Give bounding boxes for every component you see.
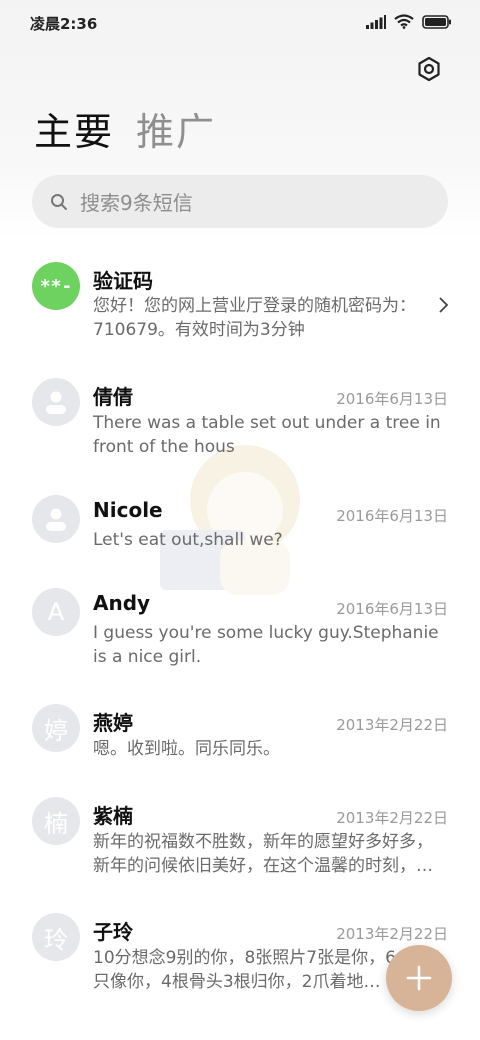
person-icon	[46, 508, 66, 531]
status-icons	[366, 14, 452, 29]
sender-name: 燕婷	[93, 711, 133, 735]
list-item[interactable]: Nicole 2016年6月13日 Let's eat out,shall we…	[0, 485, 480, 575]
avatar: 玲	[32, 913, 80, 961]
gear-icon	[418, 56, 440, 82]
person-icon	[46, 391, 66, 414]
sender-name: Andy	[93, 591, 151, 615]
message-date: 2016年6月13日	[336, 600, 448, 618]
status-bar: 凌晨2:36	[0, 0, 480, 44]
message-preview: There was a table set out under a tree i…	[93, 413, 441, 457]
search-placeholder: 搜索9条短信	[80, 191, 193, 215]
sender-name: 验证码	[93, 269, 153, 293]
message-date: 2013年2月22日	[336, 809, 448, 827]
avatar: 婷	[32, 704, 80, 752]
chevron-right-icon	[439, 297, 449, 313]
category-tabs: 主要 推广	[34, 108, 216, 156]
list-item[interactable]: 婷 燕婷 2013年2月22日 嗯。收到啦。同乐同乐。	[0, 694, 480, 784]
signal-icon	[366, 14, 386, 29]
settings-button[interactable]	[416, 56, 442, 82]
list-item[interactable]: 楠 紫楠 2013年2月22日 新年的祝福数不胜数，新年的愿望好多好多，新年的问…	[0, 787, 480, 897]
message-preview: 新年的祝福数不胜数，新年的愿望好多好多，新年的问候依旧美好，在这个温馨的时刻，…	[93, 832, 433, 876]
message-date: 2013年2月22日	[336, 925, 448, 943]
tab-promotions[interactable]: 推广	[136, 108, 216, 156]
wifi-icon	[394, 14, 414, 29]
list-item[interactable]: A Andy 2016年6月13日 I guess you're some lu…	[0, 578, 480, 688]
avatar: A	[32, 588, 80, 636]
sender-name: Nicole	[93, 498, 163, 522]
message-date: 2013年2月22日	[336, 716, 448, 734]
sender-name: 子玲	[93, 920, 133, 944]
tab-main[interactable]: 主要	[34, 108, 114, 156]
sender-name: 倩倩	[93, 385, 133, 409]
new-message-button[interactable]	[386, 945, 452, 1011]
plus-icon	[406, 965, 432, 991]
sender-name: 紫楠	[93, 804, 133, 828]
message-preview: 嗯。收到啦。同乐同乐。	[93, 739, 280, 759]
avatar	[32, 495, 80, 543]
battery-icon	[422, 14, 451, 29]
avatar	[32, 378, 80, 426]
search-icon	[51, 193, 67, 210]
avatar: 楠	[32, 797, 80, 845]
status-time: 凌晨2:36	[30, 15, 98, 33]
search-bar[interactable]: 搜索9条短信	[32, 175, 448, 228]
message-date: 2016年6月13日	[336, 390, 448, 408]
list-item[interactable]: **- 验证码 您好！您的网上营业厅登录的随机密码为：710679。有效时间为3…	[0, 252, 480, 362]
message-preview: I guess you're some lucky guy.Stephanie …	[93, 623, 439, 667]
list-item[interactable]: 倩倩 2016年6月13日 There was a table set out …	[0, 368, 480, 478]
message-date: 2016年6月13日	[336, 507, 448, 525]
message-preview: 您好！您的网上营业厅登录的随机密码为：710679。有效时间为3分钟	[93, 296, 416, 340]
code-avatar: **-	[32, 262, 80, 310]
message-preview: Let's eat out,shall we?	[93, 530, 283, 550]
